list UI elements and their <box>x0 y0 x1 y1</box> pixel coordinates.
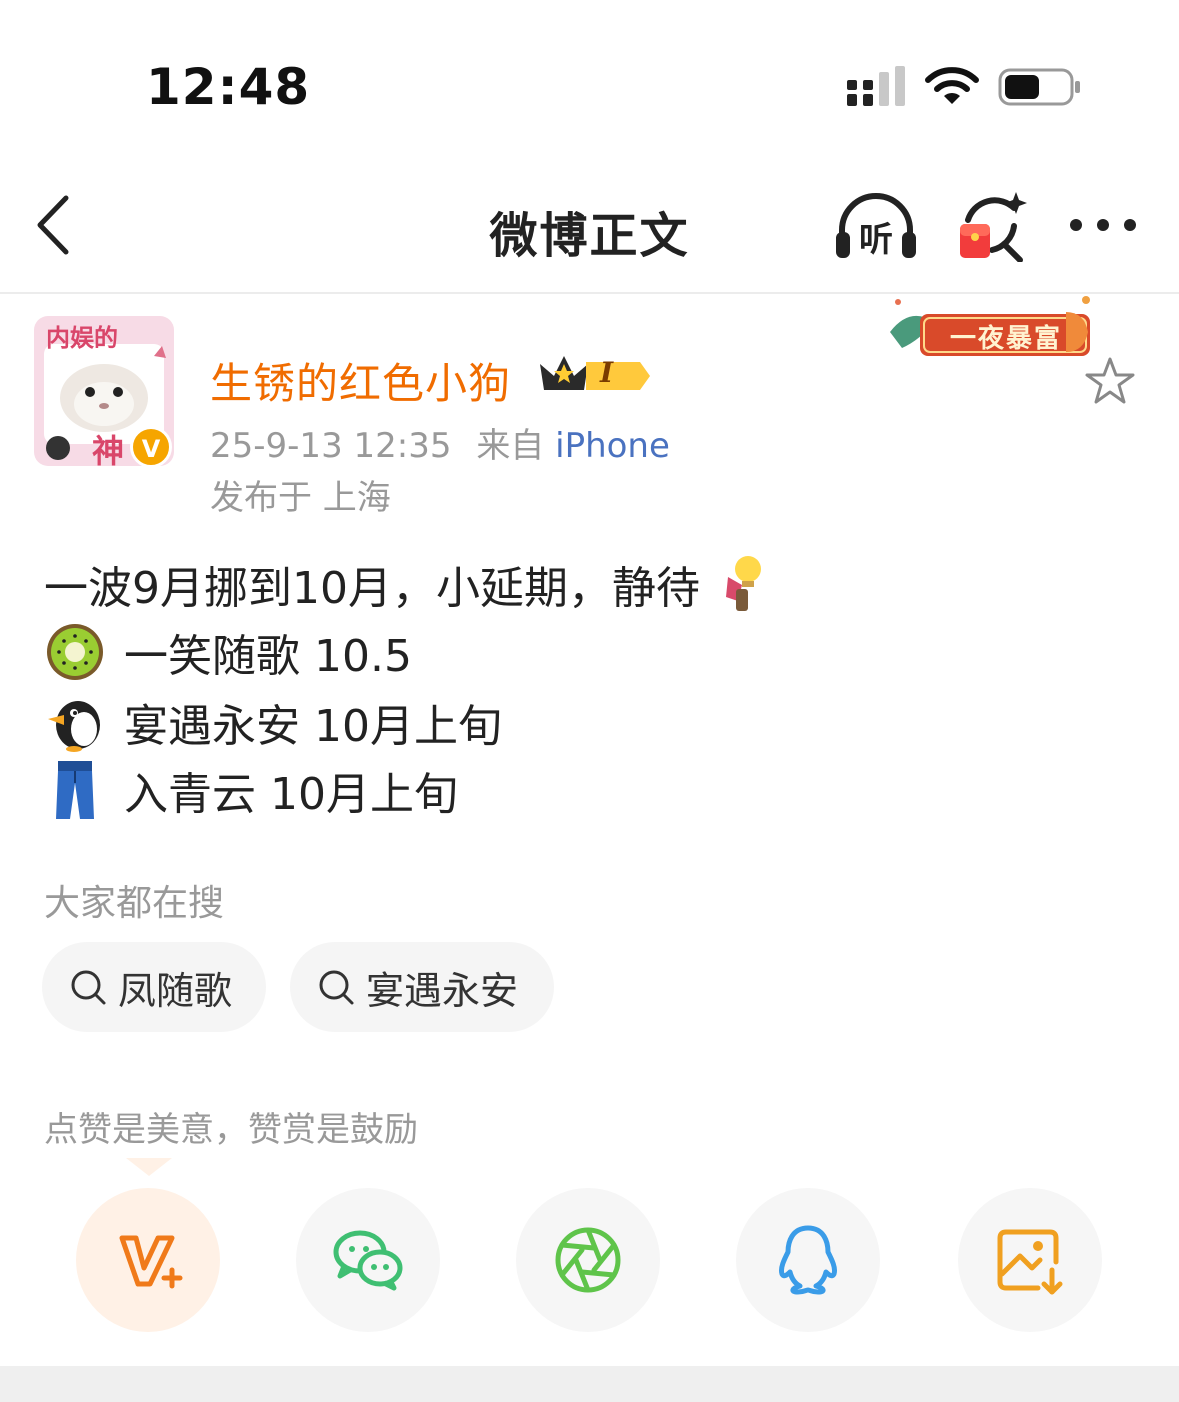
source-prefix: 来自 <box>476 426 545 466</box>
red-packet-search-icon[interactable] <box>954 190 1028 262</box>
verified-badge: V <box>130 426 172 468</box>
avatar-caption-top: 内娱的 <box>46 324 118 352</box>
trending-chip[interactable]: 凤随歌 <box>42 942 266 1032</box>
post-line-4-text: 入青云 10月上旬 <box>124 769 458 820</box>
avatar-caption-bottom: 神 <box>92 432 125 466</box>
crown-icon <box>540 356 650 390</box>
bottom-separator <box>0 1366 1179 1402</box>
save-image-icon <box>997 1229 1063 1295</box>
post-line-3-text: 宴遇永安 10月上旬 <box>124 701 502 752</box>
listen-label: 听 <box>859 220 893 260</box>
post-timestamp: 25-9-13 12:35 <box>210 426 452 466</box>
penguin-emoji <box>48 701 100 752</box>
lightbulb-figure-emoji <box>725 556 761 611</box>
reward-prompt: 点赞是美意，赞赏是鼓励 <box>44 1110 418 1150</box>
vip-level: I <box>600 356 614 389</box>
post-line-3: 宴遇永安 10月上旬 <box>44 690 502 754</box>
kiwi-emoji <box>47 624 103 680</box>
cellular-signal-icon <box>847 66 905 106</box>
more-horizontal-icon[interactable] <box>1066 208 1140 242</box>
wifi-icon <box>925 67 979 104</box>
trending-title: 大家都在搜 <box>44 883 225 924</box>
trending-chip-label: 宴遇永安 <box>366 968 519 1013</box>
author-name[interactable]: 生锈的红色小狗 <box>210 350 511 411</box>
battery-icon <box>998 68 1080 106</box>
save-image-button[interactable] <box>958 1188 1102 1332</box>
wechat-icon <box>333 1230 403 1291</box>
share-moments-button[interactable] <box>516 1188 660 1332</box>
vip-crown-badge[interactable]: I <box>536 350 652 396</box>
favorite-star-icon[interactable] <box>1082 354 1138 410</box>
share-qq-button[interactable] <box>736 1188 880 1332</box>
banner-text: 一夜暴富 <box>950 324 1063 354</box>
listen-button[interactable]: 听 <box>834 192 918 262</box>
post-line-1-text: 一波9月挪到10月，小延期，静待 <box>44 563 700 614</box>
post-meta: 25-9-13 12:35 来自 iPhone <box>210 418 670 467</box>
v-plus-icon <box>119 1235 183 1289</box>
post-line-1: 一波9月挪到10月，小延期，静待 <box>44 552 774 616</box>
post-location: 发布于 上海 <box>210 478 391 518</box>
trending-chip[interactable]: 宴遇永安 <box>290 942 554 1032</box>
share-wechat-button[interactable] <box>296 1188 440 1332</box>
post-line-2-text: 一笑随歌 10.5 <box>124 631 412 682</box>
trending-chip-label: 凤随歌 <box>118 968 233 1013</box>
source-link[interactable]: iPhone <box>555 426 670 466</box>
reward-v-plus-button[interactable] <box>76 1188 220 1332</box>
post-line-4: 入青云 10月上旬 <box>44 758 458 822</box>
search-icon <box>319 970 354 1005</box>
status-time: 12:48 <box>146 58 311 116</box>
search-icon <box>71 970 106 1005</box>
tooltip-caret <box>126 1158 172 1176</box>
qq-icon <box>779 1225 837 1295</box>
jeans-emoji <box>56 761 94 819</box>
fortune-banner[interactable]: 一夜暴富 <box>880 292 1102 372</box>
moments-icon <box>555 1227 621 1293</box>
post-line-2: 一笑随歌 10.5 <box>44 620 412 684</box>
